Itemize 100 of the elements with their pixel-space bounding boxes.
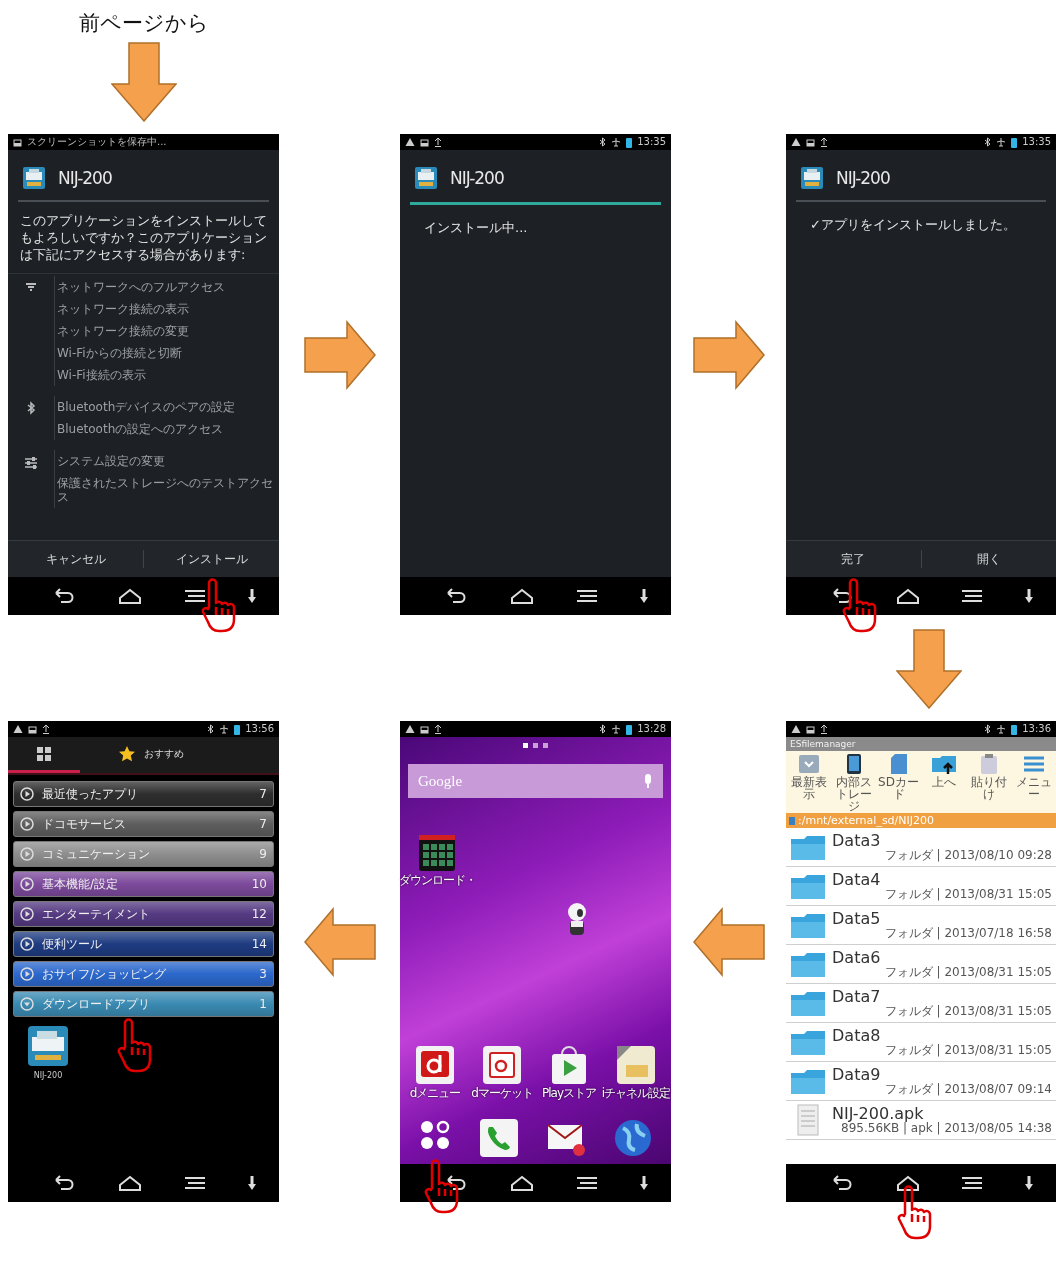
app-icon[interactable] (415, 1045, 455, 1085)
app-shortcut[interactable]: iチャネル設定 (603, 1045, 669, 1100)
back-icon[interactable] (444, 587, 468, 605)
sd-card-icon (28, 724, 37, 734)
bluetooth-icon (599, 137, 607, 147)
star-icon (118, 744, 136, 763)
permission-text: ネットワーク接続の表示 (57, 301, 190, 318)
toolbar-button[interactable]: 貼り付け (966, 753, 1011, 812)
sd-card-icon[interactable] (889, 753, 908, 775)
home-icon[interactable] (117, 1174, 143, 1192)
toolbar-button[interactable]: 最新表示 (786, 753, 831, 812)
back-icon[interactable] (830, 1174, 854, 1192)
home-icon[interactable] (894, 1174, 921, 1192)
permission-text: ネットワーク接続の変更 (57, 323, 190, 340)
category-bar[interactable]: 最近使ったアプリ 7 (13, 781, 274, 807)
app-shortcut[interactable]: Playストア (536, 1045, 602, 1100)
dialog-button[interactable]: 開く (921, 541, 1056, 577)
upload-icon (820, 724, 828, 734)
dialog-button[interactable]: キャンセル (8, 541, 143, 577)
tablet-icon[interactable] (845, 753, 862, 775)
dialog-message: インストール中... (423, 219, 529, 237)
app-shortcut[interactable]: dメニュー (402, 1045, 468, 1100)
app-shortcut[interactable]: NIJ-200 (18, 1025, 78, 1080)
file-details: フォルダ | 2013/08/31 15:05 (884, 1005, 1052, 1018)
folder-up-icon[interactable] (930, 753, 957, 775)
category-bar[interactable]: ドコモサービス 7 (13, 811, 274, 837)
shopping-bag-icon[interactable] (549, 1045, 589, 1085)
category-bar[interactable]: おサイフ/ショッピング 3 (13, 961, 274, 987)
status-ticker: スクリーンショットを保存中... (27, 136, 167, 148)
sd-card-icon (806, 724, 815, 734)
down-arrow-icon[interactable] (639, 588, 649, 604)
dialog-button[interactable]: インストール (144, 541, 279, 577)
down-arrow-icon[interactable] (639, 1175, 649, 1191)
back-icon[interactable] (52, 587, 76, 605)
category-bar[interactable]: 便利ツール 14 (13, 931, 274, 957)
bluetooth-icon (984, 724, 992, 734)
file-details: フォルダ | 2013/08/10 09:28 (884, 849, 1052, 862)
permission-text: ネットワークへのフルアクセス (57, 279, 226, 296)
menu-icon[interactable] (184, 1175, 206, 1191)
app-title: NIJ-200 (450, 168, 504, 188)
folder-icon (790, 1067, 826, 1095)
status-time: 13:35 (1022, 136, 1051, 148)
permission-text: Bluetoothの設定へのアクセス (57, 421, 225, 438)
sliders-icon (23, 455, 39, 471)
app-icon[interactable] (482, 1045, 522, 1085)
down-arrow-icon[interactable] (247, 588, 257, 604)
menu-icon[interactable] (576, 1175, 598, 1191)
menu-icon[interactable] (184, 588, 206, 604)
warning-icon (13, 724, 23, 734)
down-arrow-icon[interactable] (247, 1175, 257, 1191)
clipboard-icon[interactable] (979, 753, 998, 775)
globe-icon[interactable] (613, 1118, 654, 1158)
file-details: フォルダ | 2013/08/31 15:05 (884, 1044, 1052, 1057)
battery-icon (234, 723, 241, 735)
folder-icon (790, 833, 826, 861)
grid-folder-icon (418, 834, 456, 872)
toolbar-button[interactable]: 上へ (921, 753, 966, 812)
file-details: フォルダ | 2013/07/18 16:58 (884, 927, 1052, 940)
app-title: ESfilemanager (786, 737, 1056, 751)
toolbar-button[interactable]: SDカード (876, 753, 921, 812)
toolbar-button[interactable]: メニュー (1011, 753, 1056, 812)
category-bar[interactable]: 基本機能/設定 10 (13, 871, 274, 897)
home-icon[interactable] (509, 587, 535, 605)
bluetooth-icon (26, 401, 36, 415)
permission-text: Bluetoothデバイスのペアの設定 (57, 399, 237, 416)
warning-icon (405, 137, 415, 147)
toolbar-button[interactable]: 内部ストレージ (831, 753, 876, 812)
file-details: フォルダ | 2013/08/31 15:05 (884, 888, 1052, 901)
category-bar[interactable]: ダウンロードアプリ 1 (13, 991, 274, 1017)
airplane-icon (611, 724, 622, 734)
dialog-button[interactable]: 完了 (786, 541, 921, 577)
menu-icon[interactable] (961, 588, 984, 604)
home-icon[interactable] (509, 1174, 535, 1192)
wifi-icon (25, 281, 37, 293)
category-bar[interactable]: エンターテイメント 12 (13, 901, 274, 927)
down-arrow-icon[interactable] (1023, 1175, 1034, 1191)
menu-icon[interactable] (961, 1175, 984, 1191)
app-icon[interactable] (616, 1045, 656, 1085)
warning-icon (791, 137, 801, 147)
folder-icon (790, 1028, 826, 1056)
file-row[interactable]: NIJ-200.apk 895.56KB | apk | 2013/08/05 14:38 (786, 1101, 1056, 1140)
home-icon[interactable] (117, 587, 143, 605)
warning-icon (405, 724, 415, 734)
status-time: 13:56 (245, 723, 274, 735)
file-name: Data8 (832, 1027, 881, 1044)
back-icon[interactable] (52, 1174, 76, 1192)
permission-text: システム設定の変更 (57, 453, 166, 470)
menu-icon[interactable] (576, 588, 598, 604)
path-text: :/mnt/external_sd/NIJ200 (798, 814, 934, 827)
phone-icon[interactable] (478, 1118, 519, 1158)
file-name: Data3 (832, 832, 881, 849)
back-icon[interactable] (444, 1174, 468, 1192)
airplane-icon (996, 137, 1007, 147)
grid-icon (36, 745, 52, 762)
app-shortcut[interactable]: dマーケット (469, 1045, 535, 1100)
status-time: 13:35 (637, 136, 666, 148)
home-icon[interactable] (894, 587, 921, 605)
status-time: 13:28 (637, 723, 666, 735)
down-arrow-icon[interactable] (1023, 588, 1034, 604)
file-details: 895.56KB | apk | 2013/08/05 14:38 (841, 1122, 1052, 1135)
